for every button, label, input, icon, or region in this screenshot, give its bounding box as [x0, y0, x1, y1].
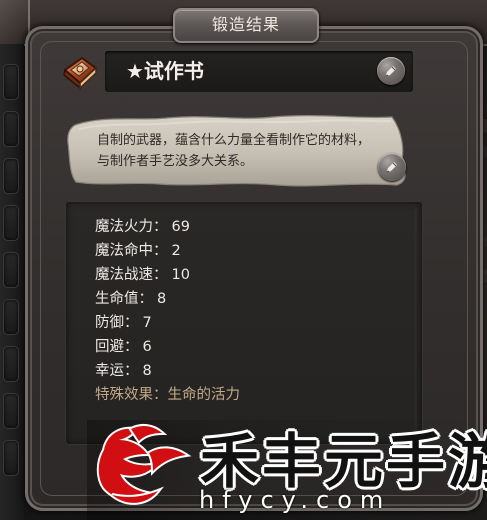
edit-name-button[interactable]: [377, 57, 405, 85]
brand-logo-icon: [96, 423, 192, 505]
stat-label: 幸运：: [95, 363, 139, 379]
item-name: ★试作书: [126, 59, 204, 83]
stat-row-luck: 幸运： 8: [95, 360, 152, 382]
book-icon: [63, 56, 98, 90]
item-description: 自制的武器，蕴含什么力量全看制作它的材料，与制作者手艺没多大关系。: [97, 133, 371, 169]
left-slot-rail: [0, 44, 24, 520]
left-slot: [3, 205, 19, 241]
left-slot: [3, 440, 19, 476]
stat-label: 回避：: [95, 339, 139, 355]
stat-label: 生命值：: [95, 291, 153, 307]
item-stats-box: 魔法火力： 69 魔法命中： 2 魔法战速： 10 生命值： 8 防御： 7 回避： 6 幸…: [65, 201, 423, 445]
stat-row-magic-speed: 魔法战速： 10: [95, 264, 190, 286]
left-slot: [3, 393, 19, 429]
stat-row-magic-firepower: 魔法火力： 69: [95, 216, 190, 238]
stat-value: 8: [157, 291, 167, 307]
stat-value: 7: [142, 315, 152, 331]
dialog-title: 锻造结果: [173, 8, 319, 43]
stat-row-evasion: 回避： 6: [95, 336, 152, 358]
left-slot: [3, 158, 19, 194]
stat-value: 6: [142, 339, 152, 355]
edit-description-button[interactable]: [378, 153, 406, 181]
left-slot: [3, 346, 19, 382]
pencil-icon: [386, 162, 397, 173]
stat-value: 69: [171, 219, 190, 235]
stat-value: 8: [142, 363, 152, 379]
pencil-icon: [385, 66, 396, 77]
stat-label: 防御：: [95, 315, 139, 331]
stat-row-defense: 防御： 7: [95, 312, 152, 334]
stat-row-hp: 生命值： 8: [95, 288, 166, 310]
watermark-url: hfycy.com: [199, 486, 392, 514]
left-slot: [3, 64, 19, 100]
stat-label: 魔法战速：: [95, 267, 168, 283]
stat-value: 10: [171, 267, 190, 283]
stat-row-magic-accuracy: 魔法命中： 2: [95, 240, 181, 262]
forge-result-screen: 锻造结果 ★试作书 自制的武器，蕴含什么力量全看制作它的材料，与制作者手艺没多大…: [0, 0, 487, 520]
stat-label: 魔法火力：: [95, 219, 168, 235]
stats-scroll-track[interactable]: [414, 209, 417, 435]
special-effect-value: 生命的活力: [167, 387, 241, 403]
item-name-box: ★试作书: [105, 51, 413, 92]
left-slot: [3, 252, 19, 288]
left-slot: [3, 111, 19, 147]
stat-value: 2: [171, 243, 181, 259]
stat-label: 魔法命中：: [95, 243, 168, 259]
special-effect-label: 特殊效果：: [95, 387, 168, 403]
left-slot: [3, 299, 19, 335]
special-effect-row: 特殊效果：生命的活力: [95, 384, 240, 406]
